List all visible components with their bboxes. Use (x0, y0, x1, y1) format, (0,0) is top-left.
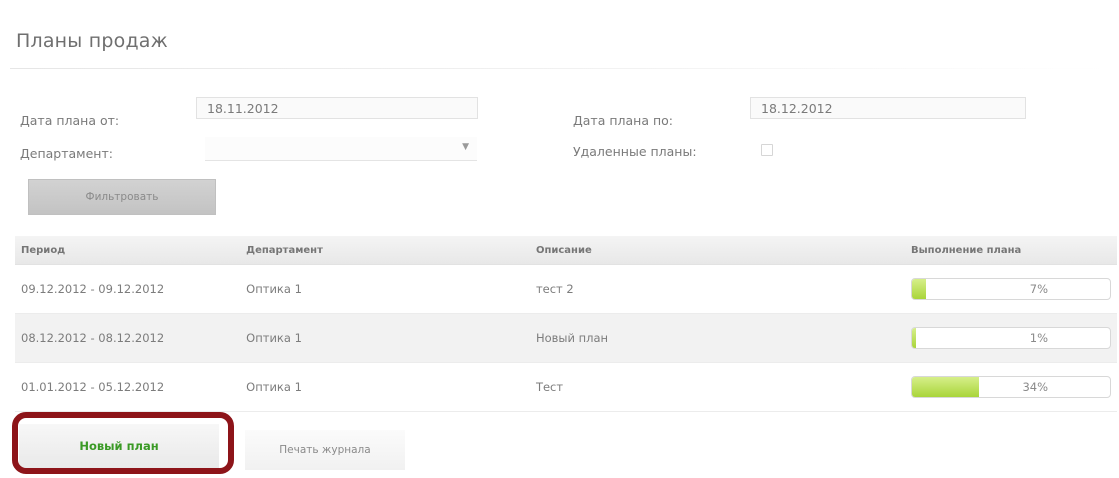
cell-department: Оптика 1 (240, 313, 530, 363)
date-from-input[interactable] (196, 97, 478, 119)
progress-fill (912, 279, 926, 299)
title-divider (10, 68, 1110, 69)
table-row[interactable]: 08.12.2012 - 08.12.2012 Оптика 1 Новый п… (15, 313, 1117, 363)
completion-progress-bar: 1% (911, 327, 1111, 349)
column-header-period[interactable]: Период (15, 236, 241, 265)
chevron-down-icon: ▼ (462, 142, 469, 152)
completion-progress-bar: 34% (911, 376, 1111, 398)
department-label: Департамент: (20, 146, 113, 161)
cell-period: 09.12.2012 - 09.12.2012 (15, 264, 241, 314)
cell-department: Оптика 1 (240, 362, 530, 412)
table-row[interactable]: 01.01.2012 - 05.12.2012 Оптика 1 Тест 34… (15, 362, 1117, 412)
column-header-description[interactable]: Описание (529, 236, 905, 265)
department-select[interactable]: ▼ (205, 137, 477, 161)
cell-completion: 34% (905, 362, 1117, 412)
cell-description: Новый план (529, 313, 905, 363)
print-journal-button[interactable]: Печать журнала (245, 430, 405, 470)
deleted-plans-label: Удаленные планы: (573, 144, 697, 159)
cell-department: Оптика 1 (240, 264, 530, 314)
cell-period: 08.12.2012 - 08.12.2012 (15, 313, 241, 363)
cell-completion: 7% (905, 264, 1117, 314)
cell-description: Тест (529, 362, 905, 412)
table-row[interactable]: 09.12.2012 - 09.12.2012 Оптика 1 тест 2 … (15, 264, 1117, 314)
cell-completion: 1% (905, 313, 1117, 363)
date-to-label: Дата плана по: (573, 113, 673, 128)
completion-progress-bar: 7% (911, 278, 1111, 300)
cell-period: 01.01.2012 - 05.12.2012 (15, 362, 241, 412)
progress-percent: 34% (1022, 380, 1048, 394)
date-from-label: Дата плана от: (20, 113, 120, 128)
table-header-row: Период Департамент Описание Выполнение п… (15, 236, 1117, 265)
filter-button[interactable]: Фильтровать (28, 179, 216, 215)
progress-fill (912, 377, 980, 397)
column-header-completion[interactable]: Выполнение плана (905, 236, 1117, 265)
sales-plans-table: Период Департамент Описание Выполнение п… (15, 236, 1117, 412)
page-title: Планы продаж (16, 30, 168, 52)
cell-description: тест 2 (529, 264, 905, 314)
progress-fill (912, 328, 916, 348)
column-header-department[interactable]: Департамент (240, 236, 530, 265)
progress-percent: 1% (1029, 331, 1048, 345)
deleted-plans-checkbox[interactable] (761, 144, 773, 156)
progress-percent: 7% (1029, 282, 1048, 296)
new-plan-button[interactable]: Новый план (19, 424, 219, 468)
date-to-input[interactable] (750, 97, 1026, 119)
